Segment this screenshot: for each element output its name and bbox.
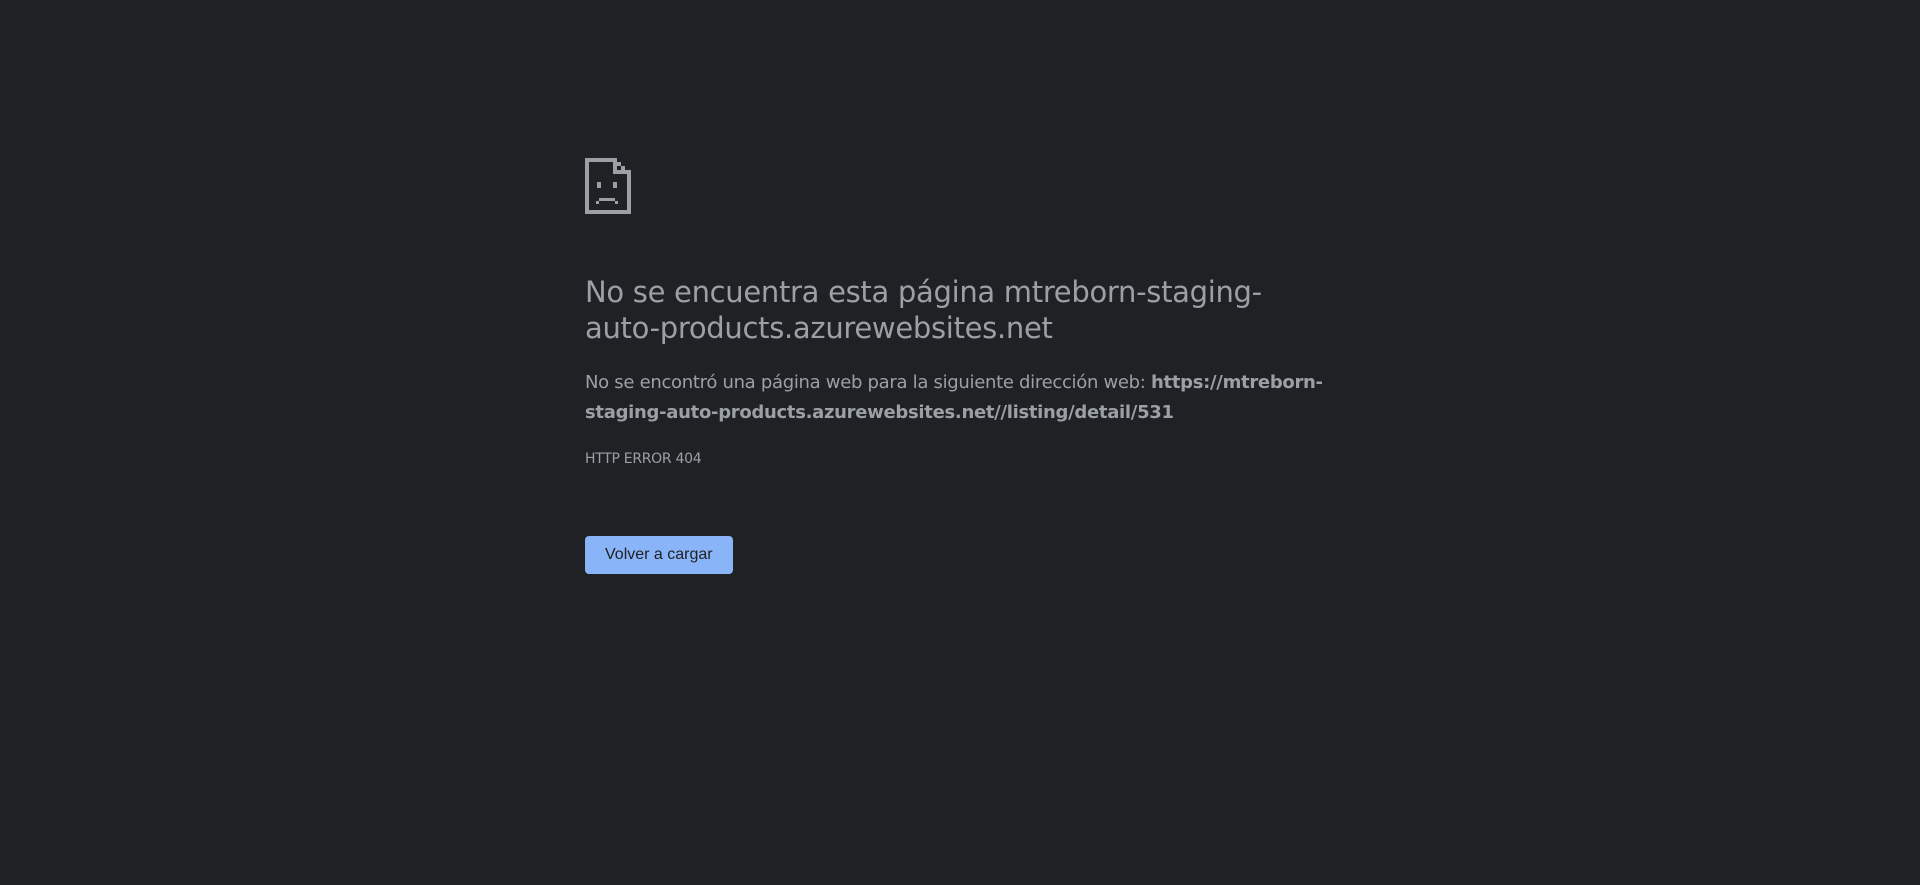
error-page: No se encuentra esta página mtreborn-sta… xyxy=(0,0,1920,885)
sad-page-icon xyxy=(585,158,631,214)
error-code: HTTP ERROR 404 xyxy=(585,451,702,467)
page-title: No se encuentra esta página mtreborn-sta… xyxy=(585,275,1262,345)
error-description: No se encontró una página web para la si… xyxy=(585,368,1325,428)
reload-button[interactable]: Volver a cargar xyxy=(585,536,733,574)
error-content: No se encuentra esta página mtreborn-sta… xyxy=(585,158,1325,574)
description-text: No se encontró una página web para la si… xyxy=(585,372,1151,393)
